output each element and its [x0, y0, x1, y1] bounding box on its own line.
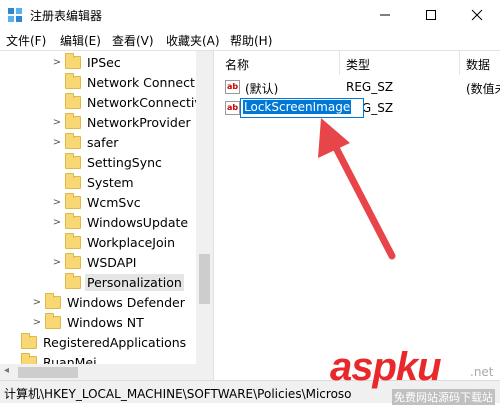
string-value-icon: ab [225, 80, 240, 94]
tree-item-label: WcmSvc [87, 194, 141, 210]
folder-icon [65, 132, 81, 149]
registry-tree: > IPSec Network Connectic NetworkConnectivi… [0, 51, 213, 381]
menu-view[interactable]: 查看(V) [112, 32, 154, 49]
value-row-default[interactable]: ab (默认) REG_SZ (数值未 [219, 77, 500, 97]
tree-item-label: Personalization [85, 273, 184, 291]
tree-item-label: safer [87, 134, 119, 150]
folder-icon [65, 152, 81, 169]
scroll-left-icon[interactable]: ◂ [4, 365, 9, 376]
close-icon [471, 9, 483, 21]
tree-item[interactable]: WorkplaceJoin [52, 232, 177, 252]
tree-item[interactable]: > safer [52, 132, 120, 152]
registry-editor-icon [8, 8, 22, 22]
tree-item[interactable]: System [52, 172, 136, 192]
expand-chevron-icon[interactable]: > [32, 297, 42, 308]
watermark-logo-text: aspku [330, 345, 442, 389]
tree-item[interactable]: > IPSec [52, 52, 123, 72]
value-row-lockscreenimage[interactable]: ab REG_SZ LockScreenImage [219, 98, 500, 118]
value-name: (默认) [245, 82, 279, 96]
menu-favorites[interactable]: 收藏夹(A) [166, 32, 220, 49]
minimize-icon [380, 14, 390, 16]
tree-item-label: NetworkConnectivi [87, 94, 206, 110]
rename-input[interactable]: LockScreenImage [240, 98, 364, 118]
tree-item-label: WSDAPI [87, 254, 137, 270]
value-type: REG_SZ [346, 80, 394, 94]
tree-item[interactable]: > WindowsUpdate [52, 212, 190, 232]
tree-item-label: NetworkProvider [87, 114, 191, 130]
menu-file[interactable]: 文件(F) [6, 32, 46, 49]
expand-chevron-icon[interactable]: > [32, 317, 42, 328]
tree-item-label: WorkplaceJoin [87, 234, 176, 250]
tree-item[interactable]: Network Connectic [52, 72, 207, 92]
tree-horizontal-scrollbar[interactable]: ◂ [0, 364, 213, 381]
tree-item[interactable]: > WcmSvc [52, 192, 143, 212]
folder-icon [21, 332, 37, 349]
expand-chevron-icon[interactable]: > [52, 217, 62, 228]
tree-item-label: IPSec [87, 54, 121, 70]
main-content: > IPSec Network Connectic NetworkConnectivi… [0, 50, 500, 381]
folder-icon [65, 252, 81, 269]
column-header-data[interactable]: 数据 [460, 51, 500, 75]
string-value-icon: ab [225, 101, 240, 115]
column-header-type[interactable]: 类型 [340, 51, 460, 75]
folder-icon [65, 172, 81, 189]
window-title: 注册表编辑器 [30, 9, 103, 23]
tree-item-label: System [87, 174, 134, 190]
folder-icon [45, 292, 61, 309]
maximize-icon [426, 10, 436, 20]
menu-help[interactable]: 帮助(H) [230, 32, 272, 49]
folder-icon [65, 92, 81, 109]
folder-icon [65, 232, 81, 249]
tree-item-label: Network Connectic [87, 74, 206, 90]
expand-chevron-icon[interactable]: > [52, 57, 62, 68]
folder-icon [65, 192, 81, 209]
tree-item[interactable]: Personalization [52, 272, 184, 292]
folder-icon [65, 112, 81, 129]
tree-horizontal-scroll-thumb[interactable] [18, 367, 78, 378]
folder-icon [65, 72, 81, 89]
folder-icon [45, 312, 61, 329]
expand-chevron-icon[interactable]: > [52, 117, 62, 128]
tree-item-label: Windows Defender [67, 294, 185, 310]
tree-vertical-scroll-thumb[interactable] [199, 254, 210, 304]
folder-icon [65, 272, 81, 289]
tree-vertical-scrollbar[interactable] [196, 51, 213, 364]
menu-edit[interactable]: 编辑(E) [60, 32, 101, 49]
tree-item[interactable]: RegisteredApplications [8, 332, 188, 352]
tree-item[interactable]: > NetworkProvider [52, 112, 193, 132]
expand-chevron-icon[interactable]: > [52, 137, 62, 148]
tree-item[interactable]: > Windows NT [32, 312, 146, 332]
title-bar: 注册表编辑器 [0, 0, 500, 30]
tree-item-label: SettingSync [87, 154, 162, 170]
watermark-domain: .net [470, 365, 494, 379]
folder-icon [65, 52, 81, 69]
expand-chevron-icon[interactable]: > [52, 197, 62, 208]
tree-item-label: Windows NT [67, 314, 144, 330]
tree-item[interactable]: > Windows Defender [32, 292, 187, 312]
folder-icon [65, 212, 81, 229]
close-button[interactable] [454, 0, 500, 30]
tree-item[interactable]: > WSDAPI [52, 252, 138, 272]
tree-item-label: RegisteredApplications [43, 334, 187, 350]
tree-item-label: WindowsUpdate [87, 214, 189, 230]
value-data: (数值未 [466, 82, 500, 96]
minimize-button[interactable] [362, 0, 408, 30]
rename-input-selected-text: LockScreenImage [243, 100, 352, 114]
tree-item[interactable]: SettingSync [52, 152, 164, 172]
menu-bar: 文件(F) 编辑(E) 查看(V) 收藏夹(A) 帮助(H) [0, 30, 500, 50]
values-list: 名称 类型 数据 ab (默认) REG_SZ (数值未 ab REG_SZ L… [219, 51, 500, 381]
expand-chevron-icon[interactable]: > [52, 257, 62, 268]
column-header-name[interactable]: 名称 [219, 51, 340, 75]
tree-item[interactable]: NetworkConnectivi [52, 92, 207, 112]
watermark: aspku .net 免费网站源码下载站 [330, 345, 500, 405]
maximize-button[interactable] [408, 0, 454, 30]
